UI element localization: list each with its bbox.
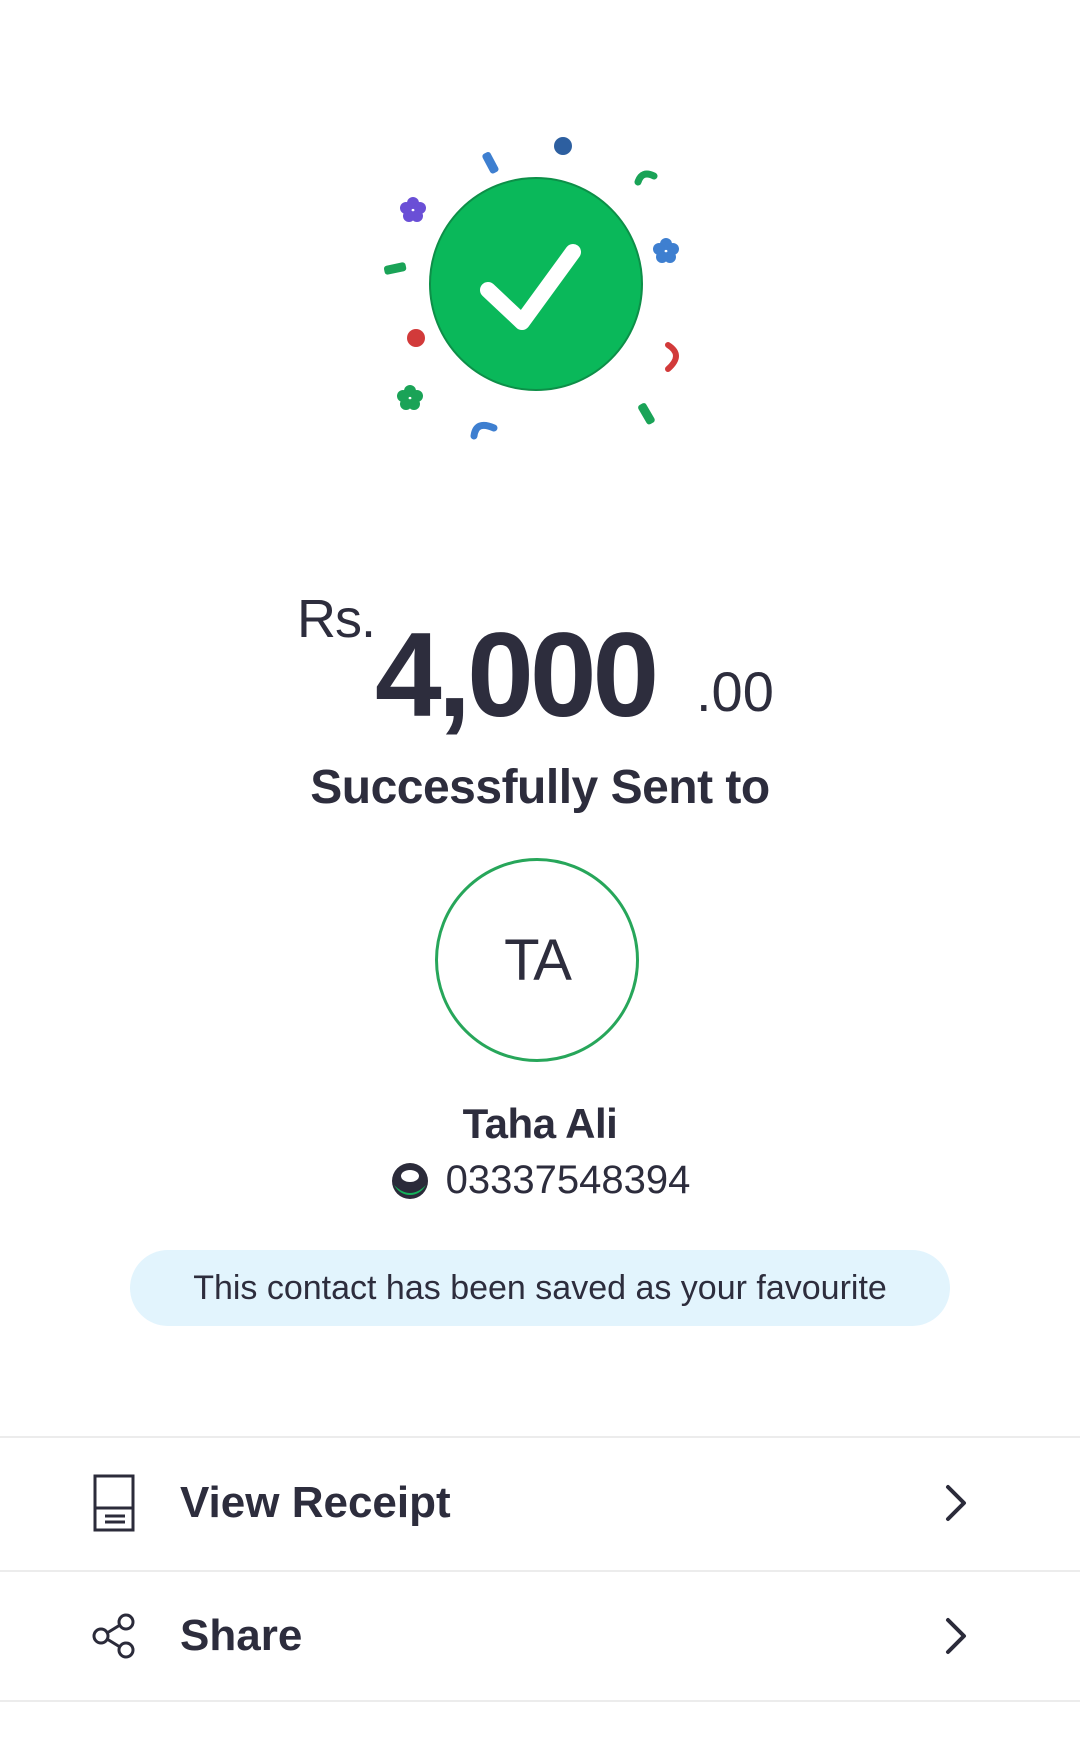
recipient-name: Taha Ali bbox=[462, 1100, 618, 1147]
avatar: TA bbox=[435, 858, 639, 1062]
confetti-piece bbox=[554, 137, 572, 155]
share-label: Share bbox=[180, 1611, 303, 1660]
avatar-initials: TA bbox=[504, 927, 572, 993]
share-icon bbox=[90, 1604, 138, 1668]
confetti-piece bbox=[383, 262, 407, 275]
currency-label: Rs. bbox=[297, 589, 376, 649]
recipient-phone-row: 03337548394 bbox=[0, 1158, 1080, 1203]
confetti-piece bbox=[470, 421, 498, 440]
favourite-notice: This contact has been saved as your favo… bbox=[130, 1250, 950, 1326]
success-circle bbox=[429, 177, 643, 391]
success-check-icon bbox=[383, 137, 679, 440]
recipient-phone: 03337548394 bbox=[445, 1158, 691, 1202]
amount-decimal: .00 bbox=[696, 660, 774, 723]
confetti-piece bbox=[638, 403, 655, 425]
view-receipt-button[interactable]: View Receipt bbox=[0, 1436, 1080, 1568]
chevron-right-icon bbox=[946, 1618, 966, 1654]
confetti-piece bbox=[397, 385, 423, 410]
confetti-piece bbox=[653, 238, 679, 263]
easypaisa-logo-icon bbox=[391, 1162, 428, 1199]
receipt-icon bbox=[90, 1471, 138, 1535]
view-receipt-label: View Receipt bbox=[180, 1478, 451, 1527]
confetti-piece bbox=[482, 151, 499, 174]
chevron-right-icon bbox=[946, 1485, 966, 1521]
favourite-notice-text: This contact has been saved as your favo… bbox=[193, 1268, 887, 1307]
confetti-piece bbox=[665, 342, 679, 372]
amount-whole: 4,000 bbox=[375, 608, 659, 742]
status-text: Successfully Sent to bbox=[310, 761, 770, 814]
share-button[interactable]: Share bbox=[0, 1570, 1080, 1702]
confetti-piece bbox=[634, 170, 658, 186]
confetti-piece bbox=[407, 329, 425, 347]
transaction-amount: Rs. 4,000 .00 bbox=[0, 580, 1080, 735]
confetti-piece bbox=[400, 197, 426, 222]
